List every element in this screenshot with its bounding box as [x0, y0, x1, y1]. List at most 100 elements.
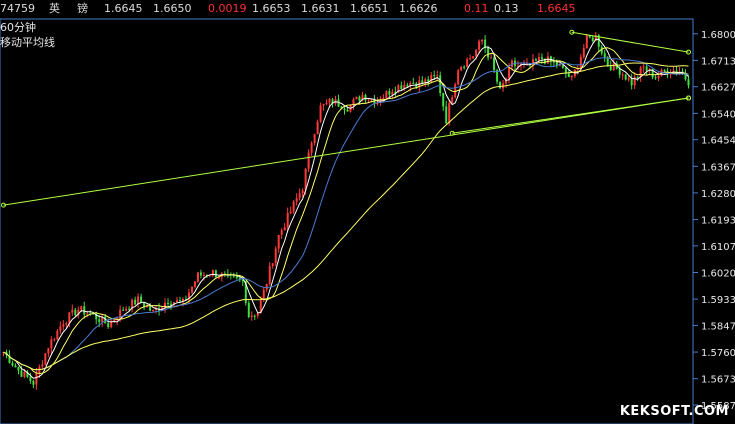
- y-tick-label: 1.6193: [701, 216, 735, 227]
- candle-body: [412, 82, 415, 84]
- candle-body: [466, 59, 469, 67]
- candle-body: [436, 75, 439, 77]
- candle-body: [621, 74, 624, 76]
- candle-body: [343, 109, 346, 111]
- candle-body: [286, 212, 289, 228]
- candle-body: [301, 190, 304, 194]
- candle-body: [499, 81, 502, 89]
- quote-field: 1.6645: [104, 2, 143, 15]
- price-chart[interactable]: 1.6800 1.6713 1.6627 1.6540 1.6454 1.6367 1.62…: [0, 0, 735, 424]
- candle-body: [175, 300, 178, 303]
- candle-body: [208, 275, 211, 277]
- candle-body: [32, 381, 35, 385]
- candle-body: [80, 306, 83, 310]
- candle-body: [391, 91, 394, 95]
- y-tick-label: 1.6800: [701, 30, 735, 41]
- candle-body: [654, 77, 657, 79]
- candle-body: [274, 248, 277, 264]
- candle-body: [280, 230, 283, 235]
- quote-field: 1.6645: [537, 2, 576, 15]
- y-tick-label: 1.6627: [701, 83, 735, 94]
- candle-body: [421, 80, 424, 84]
- candle-body: [609, 66, 612, 71]
- y-tick-label: 1.6280: [701, 189, 735, 200]
- candle-body: [663, 69, 666, 72]
- candle-body: [618, 68, 621, 75]
- quote-field: 1.6650: [153, 2, 192, 15]
- candle-body: [630, 78, 633, 86]
- candle-body: [167, 302, 170, 304]
- candle-body: [199, 272, 202, 276]
- candle-body: [20, 370, 23, 377]
- candle-body: [582, 48, 585, 58]
- candle-body: [388, 91, 391, 95]
- candle-body: [35, 372, 38, 385]
- indicator-label: 移动平均线: [0, 36, 55, 49]
- candle-body: [537, 57, 540, 61]
- quote-field: 1.6651: [350, 2, 389, 15]
- candle-body: [481, 39, 484, 42]
- trendline: [3, 97, 689, 206]
- candle-body: [107, 323, 110, 327]
- candle-body: [56, 330, 59, 340]
- candle-body: [86, 313, 89, 315]
- candle-body: [29, 376, 32, 382]
- candle-body: [433, 75, 436, 77]
- candle-body: [561, 65, 564, 68]
- candle-body: [74, 309, 77, 316]
- candle-body: [534, 59, 537, 61]
- candle-body: [406, 84, 409, 87]
- candle-body: [531, 59, 534, 66]
- candle-body: [313, 134, 316, 144]
- candle-body: [639, 67, 642, 77]
- candle-body: [134, 299, 137, 305]
- candle-body: [17, 367, 20, 371]
- candle-body: [295, 198, 298, 202]
- quote-field: 1.6631: [301, 2, 340, 15]
- candle-body: [47, 348, 50, 354]
- instrument-code: 74759: [0, 2, 35, 15]
- candle-body: [463, 66, 466, 68]
- candle-body: [448, 102, 451, 124]
- period-label: 60分钟: [0, 21, 36, 34]
- ma-line: [3, 57, 689, 371]
- candle-body: [355, 96, 358, 100]
- y-tick-label: 1.5933: [701, 295, 735, 306]
- y-tick-label: 1.6713: [701, 56, 735, 67]
- candle-body: [460, 66, 463, 71]
- candle-body: [558, 65, 561, 67]
- candle-body: [328, 99, 331, 103]
- candle-body: [540, 57, 543, 59]
- candle-body: [385, 91, 388, 99]
- candle-body: [265, 283, 268, 290]
- candle-body: [190, 286, 193, 293]
- candle-body: [636, 76, 639, 78]
- ma-line: [3, 38, 689, 379]
- y-tick-label: 1.5673: [701, 375, 735, 386]
- candle-body: [146, 306, 149, 308]
- quote-field: 0.0019: [208, 2, 247, 15]
- candle-body: [256, 313, 259, 316]
- candle-body: [178, 300, 181, 302]
- watermark: KEKSOFT.COM: [619, 404, 729, 419]
- candle-body: [612, 63, 615, 71]
- candle-body: [50, 339, 53, 349]
- y-tick-label: 1.6454: [701, 136, 735, 147]
- trendlines: [0, 29, 692, 208]
- candle-body: [53, 339, 56, 341]
- candle-body: [283, 227, 286, 231]
- candle-body: [451, 97, 454, 103]
- candle-body: [469, 58, 472, 60]
- candle-body: [322, 103, 325, 106]
- candle-body: [439, 75, 442, 94]
- candle-body: [235, 276, 238, 279]
- candle-body: [591, 37, 594, 42]
- y-tick-label: 1.5760: [701, 348, 735, 359]
- candle-body: [59, 326, 62, 331]
- candle-body: [62, 324, 65, 327]
- trendline: [452, 97, 689, 134]
- candle-body: [352, 99, 355, 105]
- candle-body: [202, 274, 205, 276]
- candle-body: [478, 41, 481, 50]
- candle-body: [68, 312, 71, 324]
